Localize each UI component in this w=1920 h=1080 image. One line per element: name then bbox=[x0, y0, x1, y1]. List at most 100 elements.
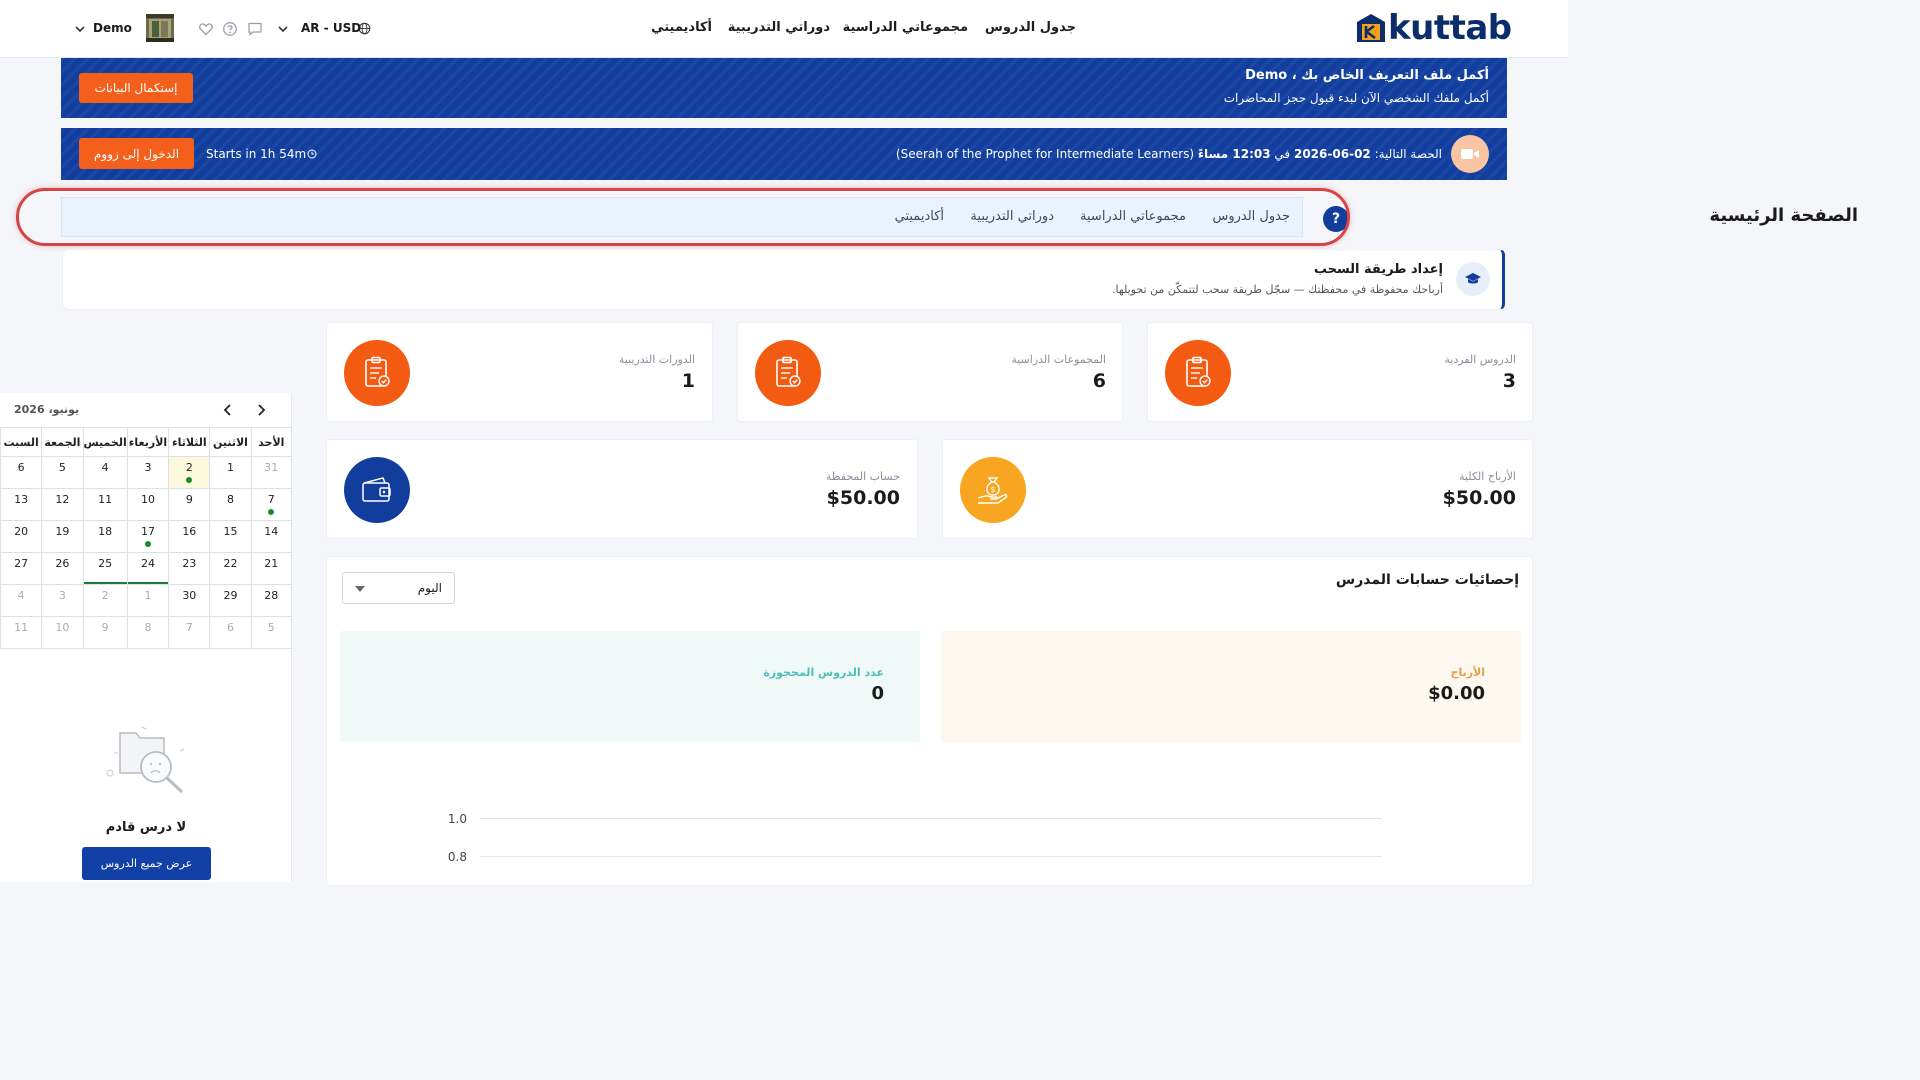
calendar-day[interactable]: 19 bbox=[41, 520, 84, 553]
tab-my-academy[interactable]: أكاديميتي bbox=[895, 209, 944, 224]
calendar-day[interactable]: 15 bbox=[209, 520, 252, 553]
view-all-lessons-button[interactable]: عرض جميع الدروس bbox=[82, 847, 211, 880]
stat-value: 3 bbox=[1502, 370, 1516, 392]
calendar-day[interactable]: 2 bbox=[168, 456, 211, 489]
calendar-day[interactable]: 14 bbox=[250, 520, 293, 553]
calendar-day[interactable]: 5 bbox=[41, 456, 84, 489]
calendar-day[interactable]: 26 bbox=[41, 552, 84, 585]
earnings-label: الأرباح bbox=[1450, 666, 1485, 679]
calendar-day[interactable]: 9 bbox=[82, 616, 128, 649]
calendar-day-number: 7 bbox=[185, 621, 193, 634]
calendar-day-number: 10 bbox=[140, 493, 155, 506]
calendar-day[interactable]: 25 bbox=[82, 552, 128, 585]
calendar-day[interactable]: 29 bbox=[209, 584, 252, 617]
calendar-day[interactable]: 6 bbox=[209, 616, 252, 649]
nav-my-academy[interactable]: أكاديميتي bbox=[651, 20, 712, 35]
calendar-day[interactable]: 21 bbox=[250, 552, 293, 585]
graduation-cap-icon bbox=[1456, 262, 1490, 296]
calendar-day[interactable]: 3 bbox=[41, 584, 84, 617]
chevron-left-icon[interactable] bbox=[221, 403, 235, 417]
chevron-down-icon[interactable] bbox=[74, 23, 86, 35]
calendar-day[interactable]: 10 bbox=[126, 488, 170, 521]
wallet-icon bbox=[344, 457, 410, 523]
calendar-day-number: 16 bbox=[182, 525, 197, 538]
nav-lesson-schedule[interactable]: جدول الدروس bbox=[985, 20, 1076, 35]
calendar-day[interactable]: 20 bbox=[0, 520, 43, 553]
chat-icon[interactable] bbox=[247, 21, 263, 37]
stat-label: الدروس الفردية bbox=[1444, 353, 1516, 366]
calendar-day[interactable]: 30 bbox=[168, 584, 211, 617]
calendar-day-number: 3 bbox=[144, 461, 152, 474]
earnings-box: الأرباح $0.00 bbox=[941, 631, 1521, 742]
calendar-day[interactable]: 11 bbox=[82, 488, 128, 521]
calendar-day[interactable]: 2 bbox=[82, 584, 128, 617]
stat-card-courses[interactable]: الدورات التدريبية 1 bbox=[326, 322, 713, 422]
locale-selector[interactable]: AR - USD bbox=[301, 21, 361, 35]
tab-lesson-schedule[interactable]: جدول الدروس bbox=[1212, 209, 1290, 224]
calendar-day[interactable]: 4 bbox=[0, 584, 43, 617]
calendar-day[interactable]: 24 bbox=[126, 552, 170, 585]
booked-lessons-label: عدد الدروس المحجوزة bbox=[763, 666, 884, 679]
withdraw-text: أرباحك محفوظة في محفظتك — سجّل طريقة سحب… bbox=[1112, 283, 1443, 296]
chevron-right-icon[interactable] bbox=[254, 403, 268, 417]
chevron-down-icon[interactable] bbox=[277, 23, 289, 35]
calendar-day[interactable]: 7 bbox=[250, 488, 293, 521]
withdraw-method-notice[interactable]: إعداد طريقة السحب أرباحك محفوظة في محفظت… bbox=[62, 249, 1505, 310]
calendar-day-number: 8 bbox=[226, 493, 234, 506]
calendar-day[interactable]: 17 bbox=[126, 520, 170, 553]
calendar-day[interactable]: 10 bbox=[41, 616, 84, 649]
calendar-day[interactable]: 7 bbox=[168, 616, 211, 649]
calendar-day[interactable]: 31 bbox=[250, 456, 293, 489]
stat-card-individual-lessons[interactable]: الدروس الفردية 3 bbox=[1147, 322, 1533, 422]
calendar-day[interactable]: 16 bbox=[168, 520, 211, 553]
calendar-day[interactable]: 5 bbox=[250, 616, 293, 649]
teacher-stats-title: إحصائيات حسابات المدرس bbox=[1335, 572, 1519, 588]
nav-my-groups[interactable]: مجموعاتي الدراسية bbox=[843, 20, 968, 35]
calendar-day[interactable]: 11 bbox=[0, 616, 43, 649]
nav-my-courses[interactable]: دوراتي التدريبية bbox=[728, 20, 830, 35]
next-session-course: (Seerah of the Prophet for Intermediate … bbox=[895, 147, 1195, 161]
calendar-day[interactable]: 23 bbox=[168, 552, 211, 585]
calendar-day[interactable]: 6 bbox=[0, 456, 43, 489]
calendar-day[interactable]: 12 bbox=[41, 488, 84, 521]
stat-value: 1 bbox=[681, 370, 695, 392]
next-session-banner: الحصة التالية: 02-06-2026 في 12:03 مساءً… bbox=[61, 128, 1507, 180]
wallet-balance-card[interactable]: حساب المحفظة $50.00 bbox=[326, 439, 918, 539]
money-bag-hand-icon: $ bbox=[960, 457, 1026, 523]
user-name[interactable]: Demo bbox=[93, 21, 132, 35]
heart-icon[interactable] bbox=[198, 21, 214, 37]
stat-card-study-groups[interactable]: المجموعات الدراسية 6 bbox=[737, 322, 1123, 422]
logo-text[interactable]: kuttab bbox=[1388, 8, 1512, 48]
stat-label: الدورات التدريبية bbox=[618, 353, 695, 366]
calendar-day-number: 28 bbox=[264, 589, 279, 602]
calendar-day[interactable]: 8 bbox=[209, 488, 252, 521]
next-session-text: الحصة التالية: 02-06-2026 في 12:03 مساءً… bbox=[896, 147, 1442, 161]
avatar[interactable] bbox=[146, 14, 174, 42]
section-tabs: جدول الدروس مجموعاتي الدراسية دوراتي الت… bbox=[61, 197, 1303, 237]
calendar-day[interactable]: 22 bbox=[209, 552, 252, 585]
clock-icon bbox=[307, 149, 317, 159]
complete-data-button[interactable]: إستكمال البيانات bbox=[79, 73, 193, 103]
total-earnings-card[interactable]: الأرباح الكلية $50.00 $ bbox=[942, 439, 1533, 539]
calendar-day[interactable]: 13 bbox=[0, 488, 43, 521]
calendar-day[interactable]: 1 bbox=[209, 456, 252, 489]
calendar-week-row: 28 29 30 1 2 3 4 bbox=[0, 584, 293, 617]
tab-my-courses[interactable]: دوراتي التدريبية bbox=[970, 209, 1054, 224]
calendar-day[interactable]: 3 bbox=[126, 456, 170, 489]
help-tour-icon[interactable]: ? bbox=[1323, 206, 1349, 232]
calendar-day[interactable]: 18 bbox=[82, 520, 128, 553]
kuttab-logo-icon[interactable] bbox=[1354, 12, 1388, 46]
tab-my-groups[interactable]: مجموعاتي الدراسية bbox=[1080, 209, 1186, 224]
calendar-day[interactable]: 4 bbox=[82, 456, 128, 489]
period-select[interactable]: اليوم bbox=[342, 572, 455, 604]
calendar-day[interactable]: 8 bbox=[126, 616, 170, 649]
calendar-day[interactable]: 28 bbox=[250, 584, 293, 617]
help-icon[interactable] bbox=[222, 21, 238, 37]
calendar-day-number: 6 bbox=[17, 461, 25, 474]
join-zoom-button[interactable]: الدخول إلى زووم bbox=[79, 138, 194, 169]
calendar-day[interactable]: 27 bbox=[0, 552, 43, 585]
calendar-day[interactable]: 9 bbox=[168, 488, 211, 521]
calendar-month-label: يونيو، 2026 bbox=[14, 403, 80, 416]
calendar-week-row: 5 6 7 8 9 10 11 bbox=[0, 616, 293, 649]
calendar-day[interactable]: 1 bbox=[126, 584, 170, 617]
